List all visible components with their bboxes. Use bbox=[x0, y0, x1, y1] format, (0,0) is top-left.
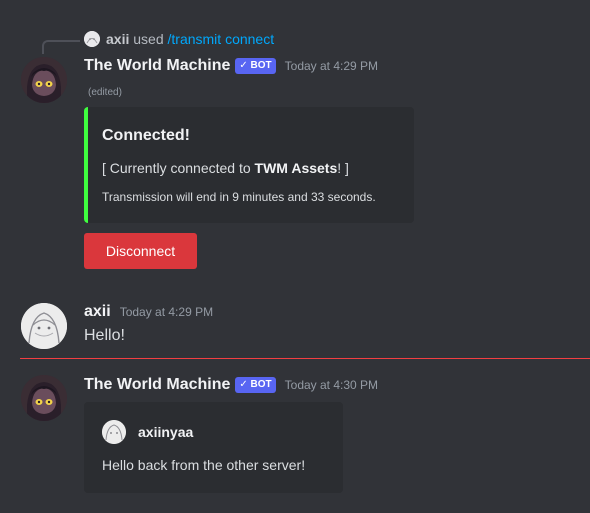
message-text: Hello! bbox=[84, 327, 125, 344]
user-username[interactable]: axii bbox=[84, 303, 111, 321]
command-usage-line: axii used /transmit connect bbox=[106, 31, 274, 47]
embed-accent-bar bbox=[84, 107, 88, 223]
embed-description: Hello back from the other server! bbox=[102, 457, 306, 473]
message-timestamp[interactable]: Today at 4:29 PM bbox=[285, 59, 378, 73]
bot-username[interactable]: The World Machine bbox=[84, 376, 230, 394]
relayed-message-embed: axiinyaa Hello back from the other serve… bbox=[84, 402, 343, 493]
bot-username[interactable]: The World Machine bbox=[84, 57, 230, 75]
message-timestamp[interactable]: Today at 4:30 PM bbox=[285, 378, 378, 392]
command-name-link[interactable]: /transmit connect bbox=[168, 31, 275, 47]
edited-label: (edited) bbox=[88, 87, 122, 98]
bot-tag-badge: ✓ BOT bbox=[235, 377, 276, 393]
new-messages-divider bbox=[20, 358, 590, 359]
embed-description-suffix: ! ] bbox=[337, 160, 349, 176]
message-header: The World Machine ✓ BOT Today at 4:30 PM bbox=[84, 376, 378, 394]
embed-description-prefix: [ Currently connected to bbox=[102, 160, 255, 176]
bot-avatar[interactable] bbox=[21, 375, 67, 421]
embed-author-avatar-icon bbox=[102, 420, 126, 444]
user-avatar[interactable] bbox=[21, 303, 67, 349]
message-header: axii Today at 4:29 PM bbox=[84, 303, 213, 321]
command-used-text: used bbox=[133, 31, 164, 47]
embed-description: [ Currently connected to TWM Assets! ] bbox=[102, 160, 349, 176]
command-user[interactable]: axii bbox=[106, 31, 129, 47]
bot-avatar[interactable] bbox=[21, 57, 67, 103]
embed-author-name[interactable]: axiinyaa bbox=[138, 424, 193, 440]
embed-footer: Transmission will end in 9 minutes and 3… bbox=[102, 190, 376, 204]
reply-connector bbox=[42, 40, 80, 54]
embed-description-server: TWM Assets bbox=[254, 160, 338, 176]
connected-embed: Connected! [ Currently connected to TWM … bbox=[84, 107, 414, 223]
user-avatar-mini-icon[interactable] bbox=[84, 31, 100, 47]
message-timestamp[interactable]: Today at 4:29 PM bbox=[120, 305, 213, 319]
bot-tag-badge: ✓ BOT bbox=[235, 58, 276, 74]
embed-title: Connected! bbox=[102, 127, 190, 144]
message-header: The World Machine ✓ BOT Today at 4:29 PM bbox=[84, 57, 378, 75]
disconnect-button[interactable]: Disconnect bbox=[84, 233, 197, 269]
